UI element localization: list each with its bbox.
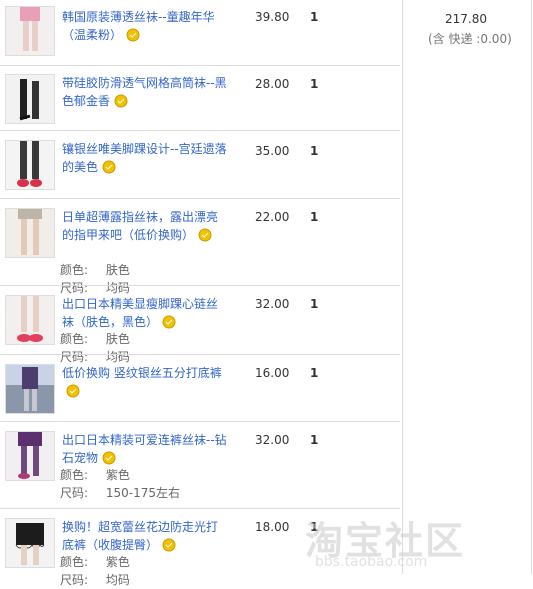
row-divider	[0, 508, 400, 509]
row-divider	[0, 198, 400, 199]
product-title[interactable]: 低价换购 竖纹银丝五分打底裤	[62, 364, 227, 400]
item-price: 35.00	[255, 144, 290, 158]
item-attributes: 颜色: 紫色尺码: 150-175左右	[60, 468, 181, 500]
item-attributes: 颜色: 肤色尺码: 均码	[60, 263, 130, 295]
item-attributes: 颜色: 肤色尺码: 均码	[60, 332, 130, 364]
gold-medal-icon	[126, 28, 140, 42]
item-quantity: 1	[310, 366, 319, 380]
order-items-table: 韩国原装薄透丝袜--童趣年华（温柔粉） 39.80 1 217.80 (含 快递…	[0, 0, 533, 587]
gold-medal-icon	[66, 384, 80, 398]
shipping-fee: (含 快递 :0.00)	[428, 32, 512, 46]
gold-medal-icon	[102, 451, 116, 465]
gold-medal-icon	[198, 228, 212, 242]
row-divider	[0, 65, 400, 66]
product-thumbnail[interactable]	[5, 295, 55, 345]
product-title[interactable]: 出口日本精装可爱连裤丝袜--钻石宠物	[62, 431, 227, 467]
product-thumbnail[interactable]	[5, 6, 55, 56]
item-price: 32.00	[255, 433, 290, 447]
gold-medal-icon	[102, 160, 116, 174]
row-divider	[0, 354, 400, 355]
row-divider	[0, 421, 400, 422]
gold-medal-icon	[162, 538, 176, 552]
row-divider	[0, 285, 400, 286]
item-price: 39.80	[255, 10, 290, 24]
item-attributes: 颜色: 紫色尺码: 均码	[60, 555, 130, 587]
item-quantity: 1	[310, 10, 319, 24]
product-title[interactable]: 带硅胶防滑透气网格高筒袜--黑色郁金香	[62, 74, 227, 110]
item-price: 16.00	[255, 366, 290, 380]
column-divider	[402, 0, 403, 574]
gold-medal-icon	[114, 94, 128, 108]
item-quantity: 1	[310, 520, 319, 534]
product-thumbnail[interactable]	[5, 140, 55, 190]
order-total: 217.80	[445, 12, 487, 26]
item-quantity: 1	[310, 297, 319, 311]
product-title[interactable]: 镶银丝唯美脚踝设计--宫廷遗落的美色	[62, 140, 227, 176]
product-title[interactable]: 日单超薄露指丝袜，露出漂亮的指甲来吧（低价换购）	[62, 208, 227, 244]
column-divider	[531, 0, 532, 574]
gold-medal-icon	[162, 315, 176, 329]
product-thumbnail[interactable]	[5, 74, 55, 124]
product-title[interactable]: 出口日本精美显瘦脚踝心链丝袜（肤色，黑色）	[62, 295, 227, 331]
product-thumbnail[interactable]	[5, 208, 55, 258]
product-thumbnail[interactable]	[5, 364, 55, 414]
row-divider	[0, 130, 400, 131]
product-thumbnail[interactable]	[5, 518, 55, 568]
item-price: 32.00	[255, 297, 290, 311]
item-quantity: 1	[310, 210, 319, 224]
item-quantity: 1	[310, 144, 319, 158]
item-price: 28.00	[255, 77, 290, 91]
item-quantity: 1	[310, 433, 319, 447]
item-price: 22.00	[255, 210, 290, 224]
product-title[interactable]: 韩国原装薄透丝袜--童趣年华（温柔粉）	[62, 8, 227, 44]
item-quantity: 1	[310, 77, 319, 91]
product-title[interactable]: 换购！超宽蕾丝花边防走光打底裤（收腹提臀）	[62, 518, 227, 554]
product-thumbnail[interactable]	[5, 431, 55, 481]
item-price: 18.00	[255, 520, 290, 534]
